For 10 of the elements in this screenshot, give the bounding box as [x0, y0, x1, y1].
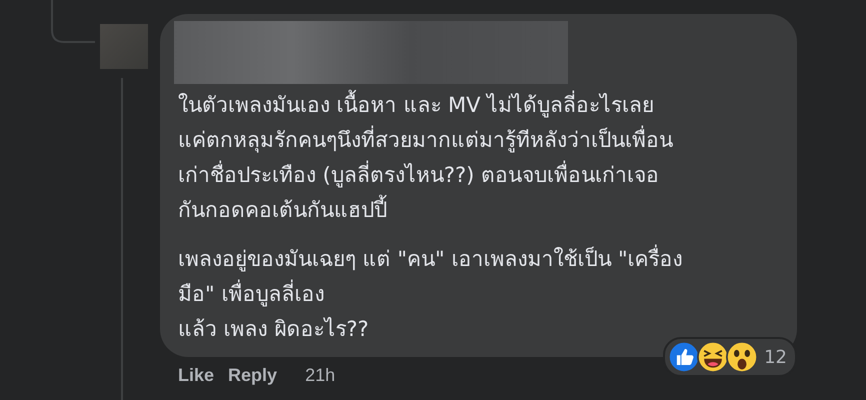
comment-text: ในตัวเพลงมันเอง เนื้อหา และ MV ไม่ได้บูลลี่อะไรเลย แค่ตกหลุมรักคนๆนึงที่สวยมากแต่มารู้ทีหลังว่าเป็นเพื่อน เก่าชื่อประเทือง (บูลลี่ตรงไหน??) ตอนจบเพื่อนเก่าเจอ กันกอดคอเต้นกันแฮปปี้ — [178, 88, 779, 228]
comment-action-link[interactable]: Like — [178, 365, 214, 386]
surprised-face-icon — [726, 341, 758, 373]
laughing-face-icon — [697, 341, 730, 373]
thumbs-up-icon — [668, 341, 700, 373]
timestamp[interactable]: 21h — [305, 365, 336, 386]
avatar-placeholder — [100, 24, 148, 69]
reaction-summary[interactable]: 12 — [663, 337, 797, 377]
thread-line — [51, 0, 97, 44]
comment-action-link[interactable]: Reply — [228, 365, 278, 386]
